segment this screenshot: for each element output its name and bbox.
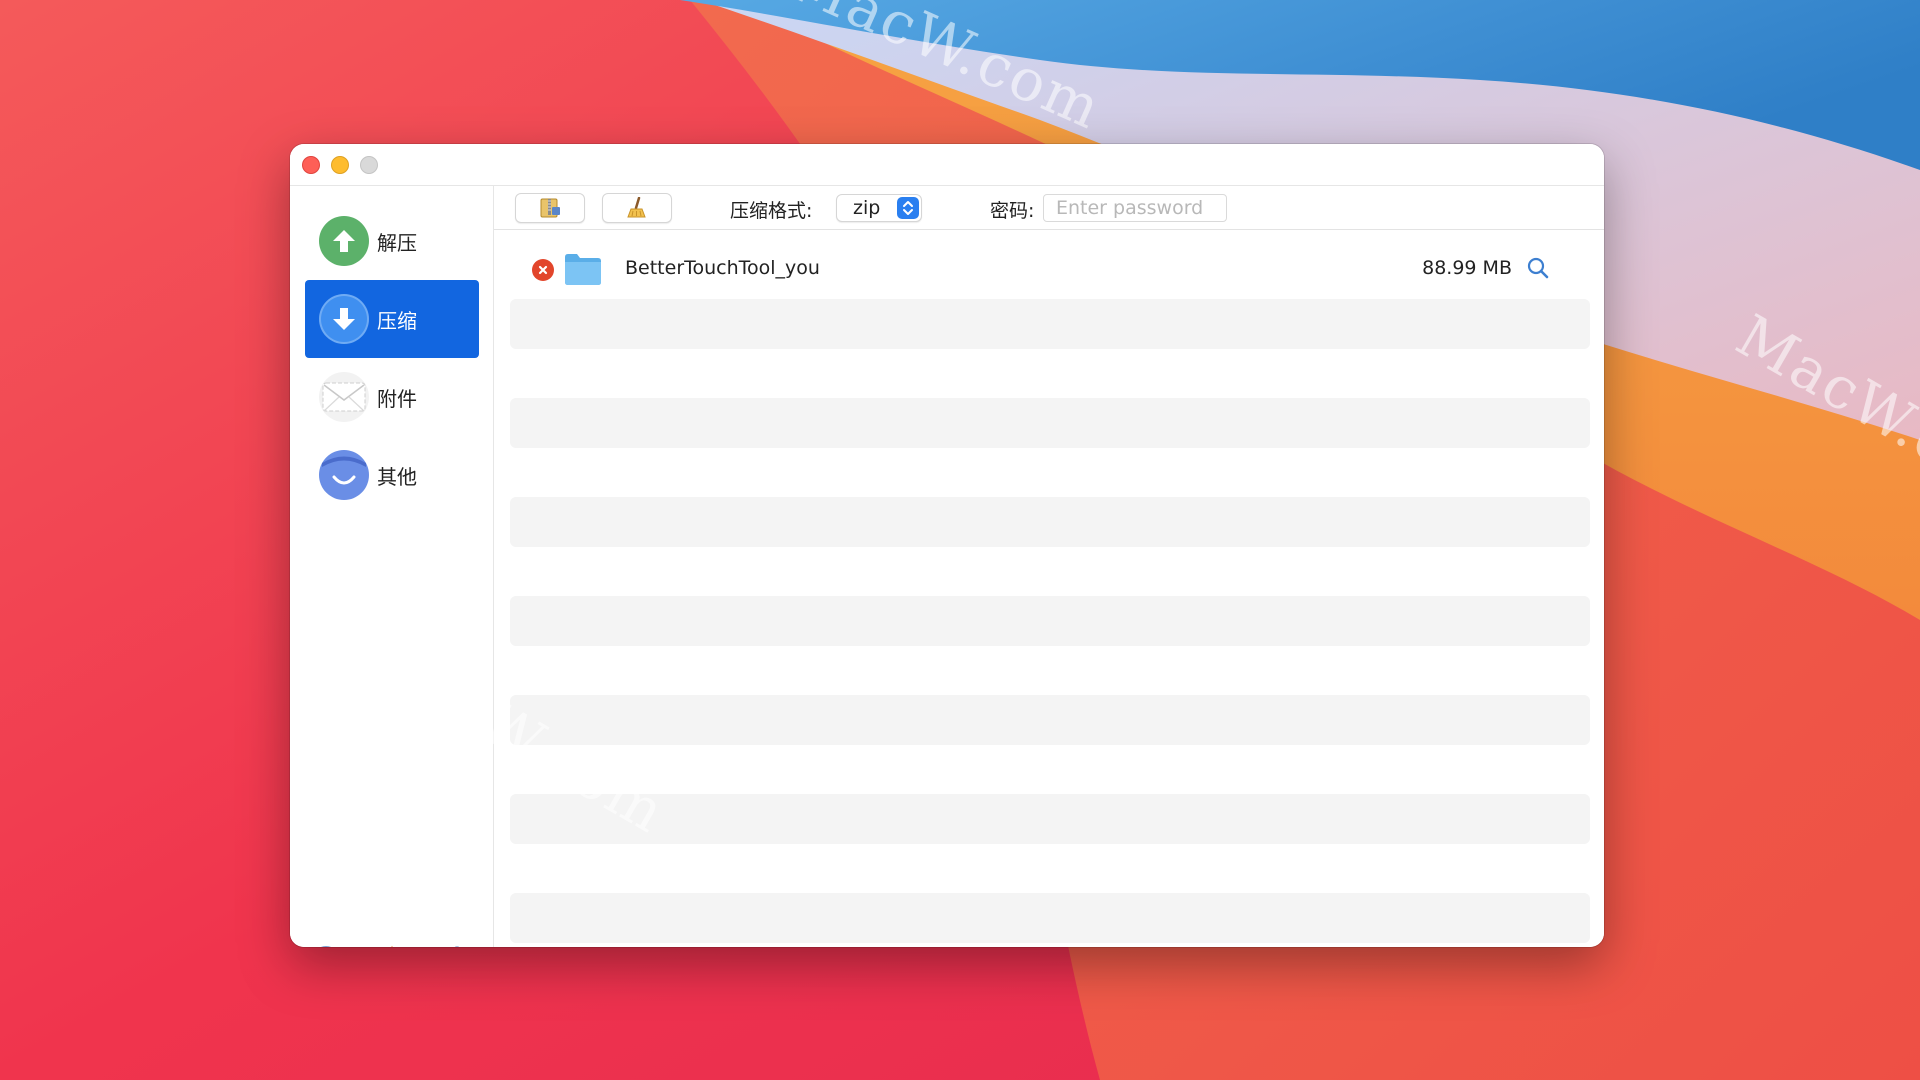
minimize-window-button[interactable] [331, 156, 349, 174]
file-name: BetterTouchTool_you [625, 257, 820, 279]
sidebar-item-compress[interactable]: 压缩 [305, 280, 479, 358]
star-icon[interactable] [377, 944, 407, 947]
password-input[interactable] [1043, 194, 1227, 222]
format-value: zip [853, 197, 881, 219]
sidebar-item-label: 其他 [377, 464, 417, 489]
remove-icon[interactable] [532, 259, 554, 281]
sidebar-item-label: 解压 [377, 230, 417, 255]
format-label: 压缩格式: [730, 200, 813, 222]
sidebar-item-attachments[interactable]: 附件 [305, 358, 479, 436]
clean-button[interactable] [602, 193, 672, 223]
empty-row [510, 695, 1590, 745]
zoom-window-button[interactable] [360, 156, 378, 174]
sidebar-item-label: 压缩 [377, 308, 417, 333]
toolbar: 压缩格式: zip 密码: [494, 186, 1604, 230]
sidebar-item-extract[interactable]: 解压 [305, 202, 479, 280]
sidebar: 解压 压缩 附件 其他 [290, 186, 494, 947]
envelope-icon [319, 372, 369, 422]
file-list: BetterTouchTool_you 88.99 MB [494, 230, 1604, 947]
empty-row [510, 497, 1590, 547]
archive-icon [540, 198, 560, 218]
empty-row [510, 398, 1590, 448]
archive-button[interactable] [515, 193, 585, 223]
empty-row [510, 893, 1590, 943]
empty-row [510, 794, 1590, 844]
sidebar-item-other[interactable]: 其他 [305, 436, 479, 514]
empty-row [510, 299, 1590, 349]
chevron-up-down-icon [897, 197, 919, 219]
password-label: 密码: [990, 200, 1035, 222]
title-bar [290, 144, 1604, 186]
arrow-down-icon [319, 294, 369, 344]
file-size: 88.99 MB [1422, 257, 1512, 279]
gear-icon[interactable] [442, 944, 472, 947]
smile-icon [319, 450, 369, 500]
search-icon[interactable] [1526, 256, 1550, 280]
main-panel: 压缩格式: zip 密码: BetterTouchTool_you 88.99 … [494, 186, 1604, 947]
app-window: 解压 压缩 附件 其他 压缩格式: zip 密码: BetterTouchToo… [290, 144, 1604, 947]
help-icon[interactable] [311, 944, 341, 947]
empty-row [510, 596, 1590, 646]
desktop: MacW.com MacW.com 解压 压缩 附件 其他 压缩格式: zip … [0, 0, 1920, 1080]
close-window-button[interactable] [302, 156, 320, 174]
broom-icon [627, 197, 646, 218]
arrow-up-icon [319, 216, 369, 266]
sidebar-item-label: 附件 [377, 386, 417, 411]
folder-icon [565, 254, 601, 285]
list-item[interactable]: BetterTouchTool_you 88.99 MB [510, 244, 1590, 294]
format-select[interactable]: zip [836, 194, 922, 222]
